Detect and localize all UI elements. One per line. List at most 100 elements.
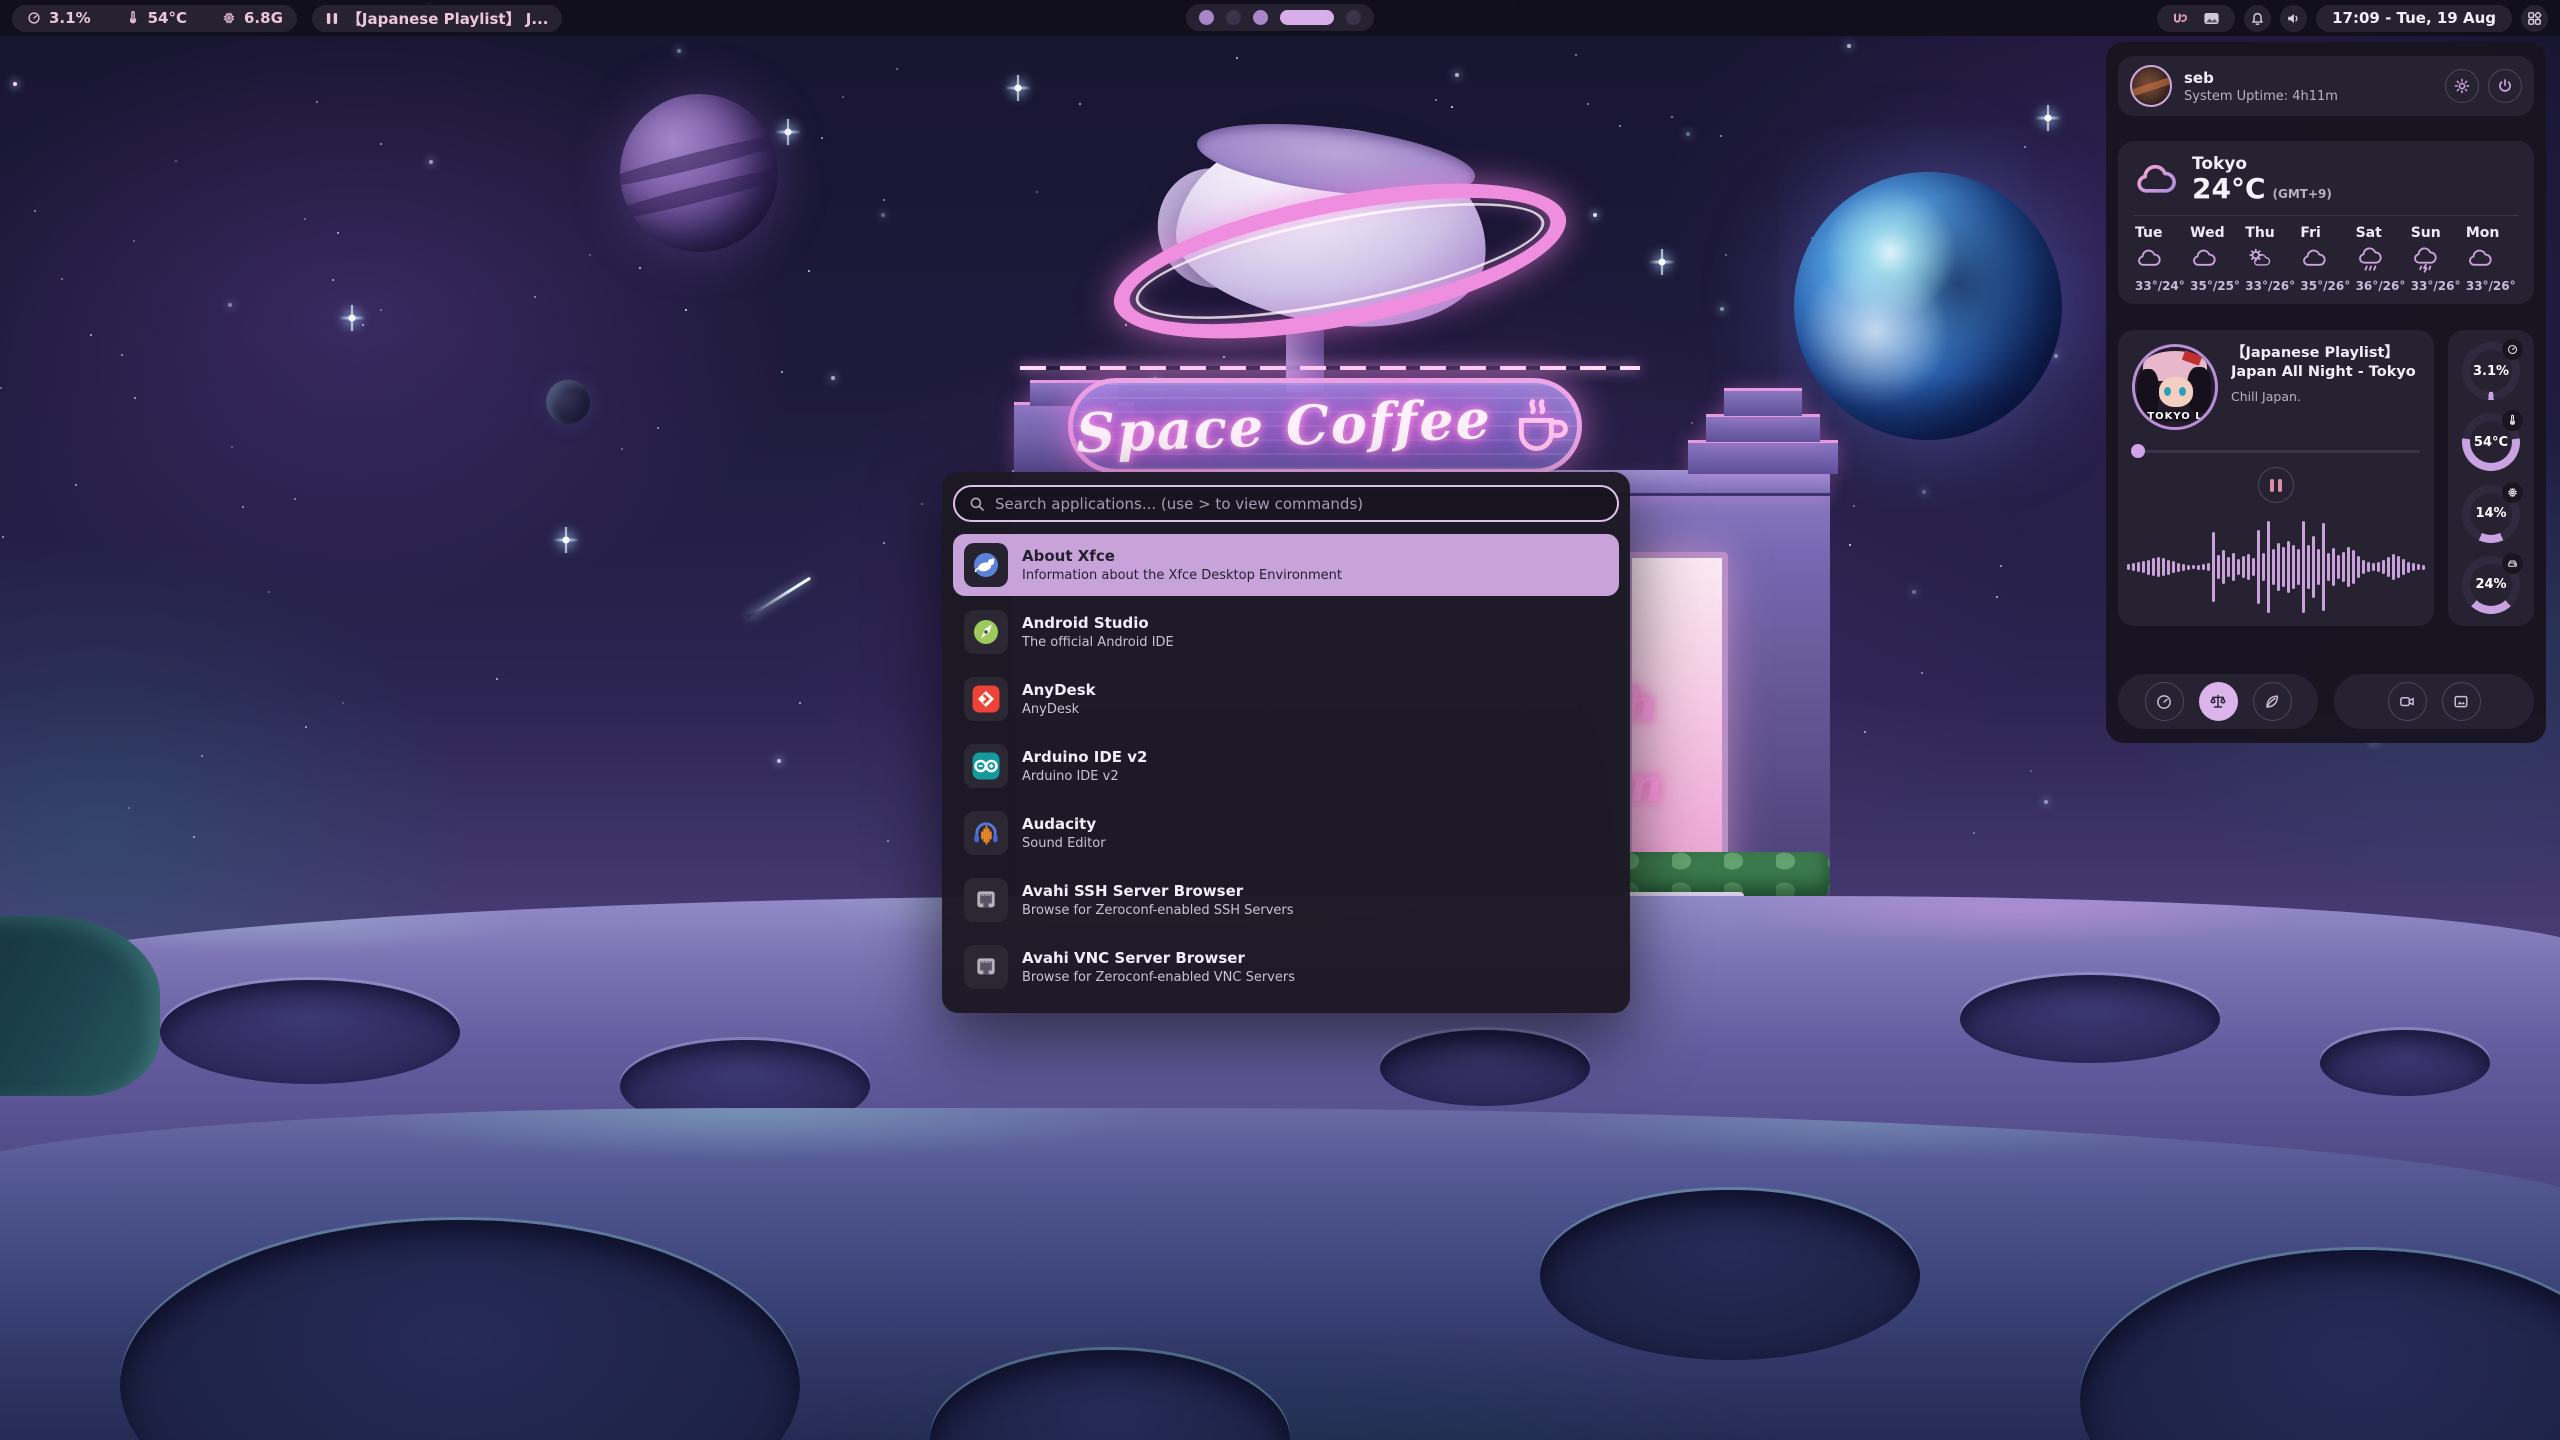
waveform-bar bbox=[2417, 564, 2420, 570]
star bbox=[134, 397, 136, 399]
play-pause-button[interactable] bbox=[2258, 467, 2294, 503]
star bbox=[1922, 490, 1926, 494]
speaker-icon bbox=[2285, 10, 2302, 27]
track-artist: Chill Japan. bbox=[2231, 389, 2420, 404]
anydesk-icon bbox=[969, 682, 1003, 716]
notifications-button[interactable] bbox=[2244, 5, 2271, 32]
star bbox=[808, 270, 810, 272]
track-title: 【Japanese Playlist】 Japan All Night - To… bbox=[2231, 344, 2420, 382]
forecast-row: Tue33°/24°Wed35°/25°Thu33°/26°Fri35°/26°… bbox=[2133, 225, 2519, 293]
arduino-icon bbox=[969, 749, 1003, 783]
forecast-temps: 33°/26° bbox=[2466, 279, 2516, 293]
star bbox=[75, 484, 77, 486]
forecast-temps: 36°/26° bbox=[2356, 279, 2406, 293]
system-tray[interactable] bbox=[2157, 5, 2235, 32]
waveform-bar bbox=[2322, 523, 2325, 611]
forecast-day-wed: Wed35°/25° bbox=[2188, 225, 2243, 293]
star bbox=[1455, 73, 1459, 77]
rain-icon bbox=[2356, 246, 2384, 274]
media-pill[interactable]: 【Japanese Playlist】 J... bbox=[312, 5, 563, 32]
app-row-avahi-vnc-server-browser[interactable]: Avahi VNC Server BrowserBrowse for Zeroc… bbox=[953, 936, 1619, 998]
app-row-about-xfce[interactable]: About XfceInformation about the Xfce Des… bbox=[953, 534, 1619, 596]
settings-button[interactable] bbox=[2445, 69, 2479, 103]
power-profile-scales-button[interactable] bbox=[2199, 682, 2238, 721]
workspace-3[interactable] bbox=[1253, 10, 1268, 25]
star bbox=[1575, 54, 1577, 56]
dashboard-button[interactable] bbox=[2521, 5, 2548, 32]
workspace-2[interactable] bbox=[1226, 10, 1241, 25]
waveform-bar bbox=[2332, 548, 2335, 586]
waveform-bar bbox=[2312, 536, 2315, 598]
user-name: seb bbox=[2184, 69, 2338, 87]
waveform-bar bbox=[2272, 549, 2275, 585]
app-description: Sound Editor bbox=[1022, 836, 1106, 851]
app-row-audacity[interactable]: Audacity Sound Editor bbox=[953, 802, 1619, 864]
workspace-indicator bbox=[1186, 4, 1374, 31]
waveform-bar bbox=[2247, 554, 2250, 580]
android-studio-icon bbox=[970, 616, 1002, 648]
star bbox=[380, 143, 382, 145]
star bbox=[133, 240, 135, 242]
power-button[interactable] bbox=[2488, 69, 2522, 103]
star bbox=[1720, 135, 1722, 137]
tool-video-button[interactable] bbox=[2388, 682, 2427, 721]
roof-tier bbox=[1688, 440, 1838, 474]
forecast-day-label: Fri bbox=[2300, 225, 2320, 241]
cloud-icon-wrap bbox=[2300, 246, 2328, 274]
forecast-day-label: Sun bbox=[2411, 225, 2441, 241]
chip-icon bbox=[221, 10, 237, 26]
sparkle-star bbox=[775, 119, 801, 145]
star bbox=[887, 840, 889, 842]
crater bbox=[1540, 1190, 1920, 1360]
weather-card: Tokyo 24°C (GMT+9) Tue33°/24°Wed35°/25°T… bbox=[2118, 141, 2534, 304]
clock[interactable]: 17:09 - Tue, 19 Aug bbox=[2316, 5, 2512, 32]
waveform-bar bbox=[2127, 564, 2130, 570]
power-profile-speedometer-button[interactable] bbox=[2145, 682, 2184, 721]
thermometer-icon bbox=[125, 10, 141, 26]
star bbox=[242, 506, 244, 508]
audacity-app-icon bbox=[964, 811, 1008, 855]
image-tray-icon[interactable] bbox=[2202, 9, 2221, 28]
waveform-bar bbox=[2227, 557, 2230, 577]
volume-button[interactable] bbox=[2280, 5, 2307, 32]
crater bbox=[1380, 1030, 1590, 1106]
app-name: Audacity bbox=[1022, 815, 1106, 834]
search-bar[interactable] bbox=[953, 485, 1619, 522]
waveform-bar bbox=[2342, 552, 2345, 582]
control-panel: seb System Uptime: 4h11m bbox=[2106, 42, 2546, 743]
star bbox=[639, 267, 641, 269]
app-row-arduino-ide-v2[interactable]: Arduino IDE v2Arduino IDE v2 bbox=[953, 735, 1619, 797]
app-row-anydesk[interactable]: AnyDeskAnyDesk bbox=[953, 668, 1619, 730]
workspace-5[interactable] bbox=[1346, 10, 1361, 25]
star bbox=[1593, 213, 1597, 217]
app-row-avahi-ssh-server-browser[interactable]: Avahi SSH Server BrowserBrowse for Zeroc… bbox=[953, 869, 1619, 931]
star bbox=[342, 702, 344, 704]
androidstudio-app-icon bbox=[964, 610, 1008, 654]
app-name: Android Studio bbox=[1022, 614, 1174, 633]
chip-icon bbox=[2506, 486, 2519, 499]
memory-stat: 6.8G bbox=[221, 9, 283, 27]
seek-thumb[interactable] bbox=[2131, 444, 2145, 458]
star bbox=[1847, 44, 1851, 48]
waveform-bar bbox=[2147, 560, 2150, 575]
star bbox=[1864, 731, 1866, 733]
app-description: AnyDesk bbox=[1022, 702, 1096, 717]
speedometer-icon bbox=[2506, 343, 2519, 356]
waveform-bar bbox=[2152, 558, 2155, 576]
neon-sign-text: Space Coffee bbox=[1075, 387, 1493, 465]
star bbox=[61, 278, 63, 280]
forecast-day-thu: Thu33°/26° bbox=[2243, 225, 2298, 293]
tray-app-icon[interactable] bbox=[2171, 9, 2190, 28]
seek-bar[interactable] bbox=[2132, 444, 2420, 458]
power-profile-leaf-button[interactable] bbox=[2253, 682, 2292, 721]
workspace-4-active[interactable] bbox=[1280, 10, 1334, 25]
star bbox=[121, 354, 123, 356]
forecast-day-label: Tue bbox=[2135, 225, 2162, 241]
app-row-android-studio[interactable]: Android StudioThe official Android IDE bbox=[953, 601, 1619, 663]
workspace-1[interactable] bbox=[1199, 10, 1214, 25]
star bbox=[1435, 99, 1437, 101]
star bbox=[1223, 356, 1225, 358]
search-input[interactable] bbox=[995, 495, 1604, 513]
tool-screenshot-button[interactable] bbox=[2442, 682, 2481, 721]
star bbox=[1921, 672, 1923, 674]
